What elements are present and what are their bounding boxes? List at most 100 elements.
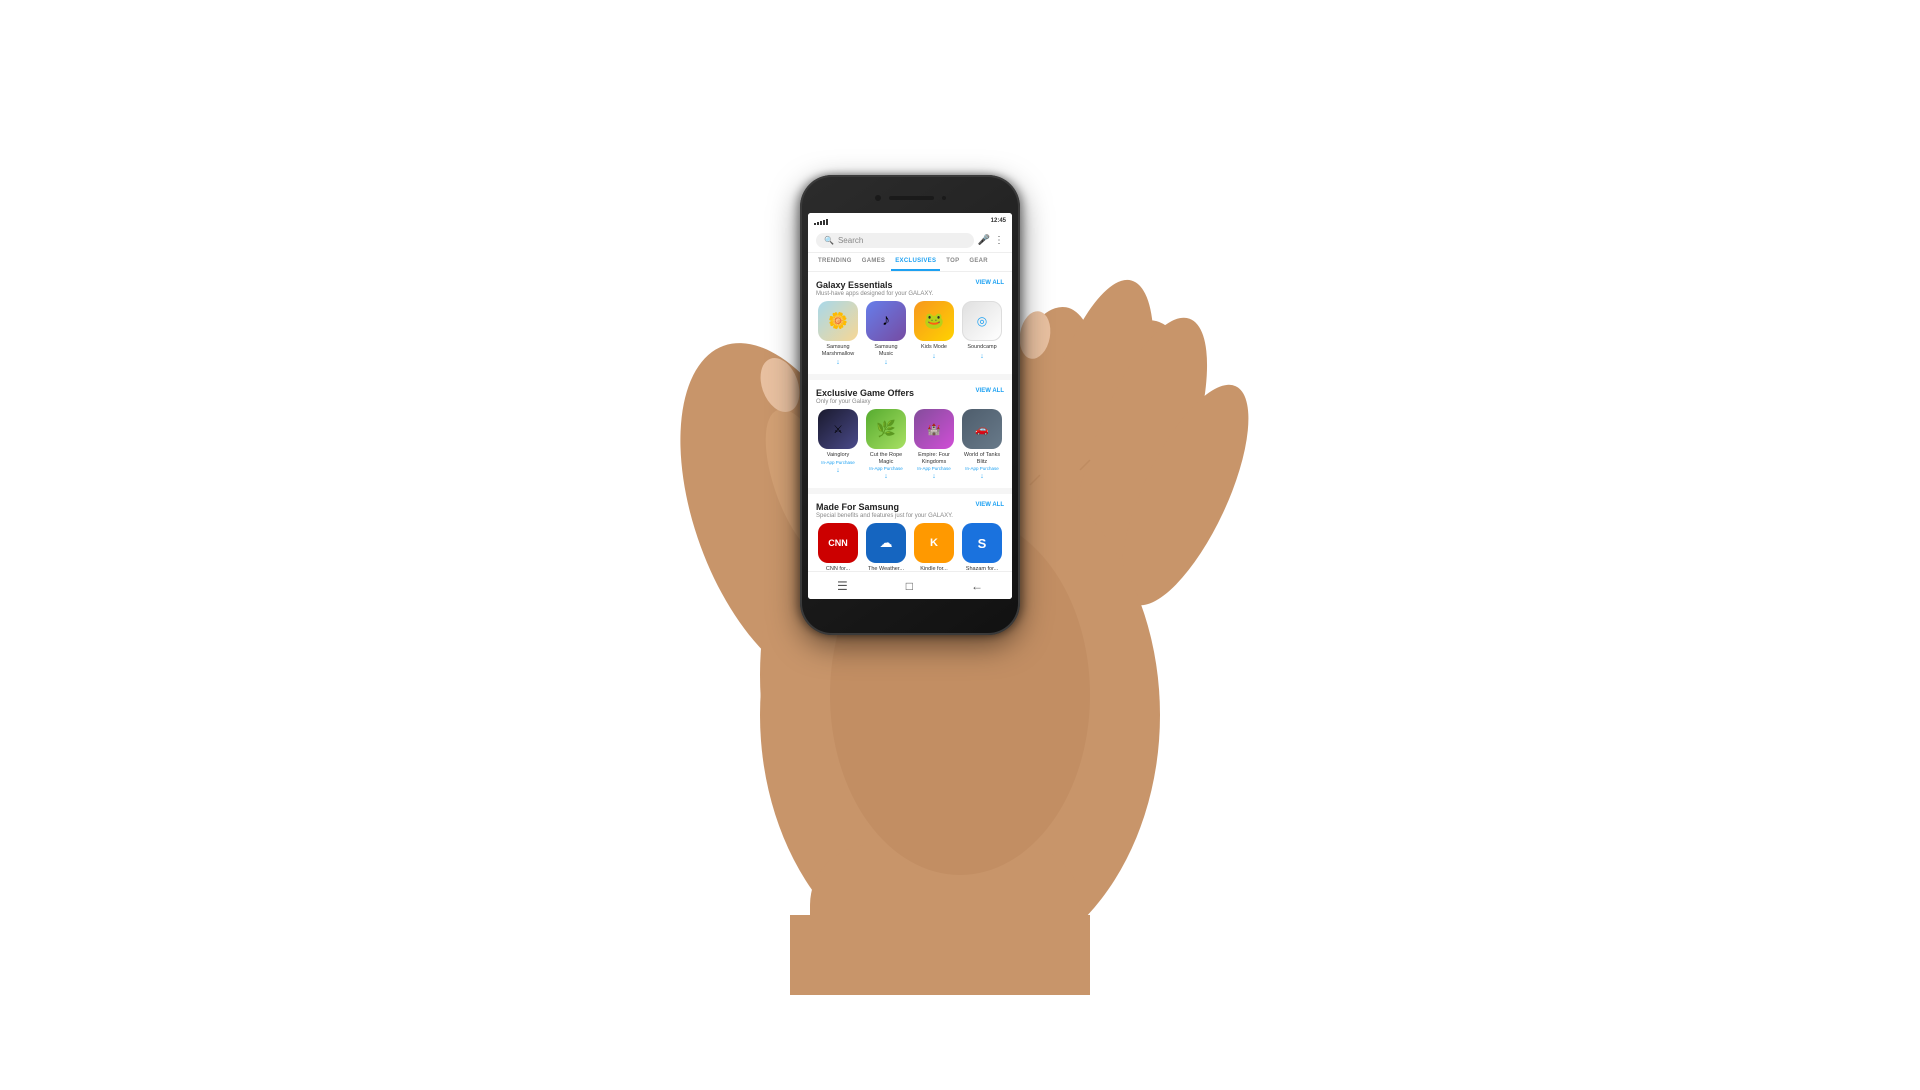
section-header-samsung: Made For Samsung Special benefits and fe… [816,502,1004,519]
bottom-navigation[interactable]: ☰ □ ← [808,571,1012,599]
marshmallow-download[interactable]: ↓ [836,359,840,366]
microphone-icon[interactable]: 🎤 [978,235,990,246]
phone-frame: 12:45 🔍 Search 🎤 ⋮ [800,175,1020,635]
app-rope[interactable]: 🌿 Cut the Rope Magic In-App Purchase ↓ [864,409,908,480]
tab-gear[interactable]: GEAR [965,253,992,271]
bar5 [826,219,828,225]
games-view-all[interactable]: VIEW ALL [976,388,1004,394]
signal-strength [814,217,828,225]
status-bar: 12:45 [808,213,1012,229]
bar4 [823,220,825,225]
shazam-text: S [978,536,987,551]
vainglory-name: Vainglory [827,452,850,459]
nav-home[interactable]: □ [906,579,913,593]
bar3 [820,221,822,225]
tanks-symbol: 🚗 [975,423,989,436]
samsung-subtitle: Special benefits and features just for y… [816,513,953,519]
kindle-text: K [930,537,938,549]
rope-download[interactable]: ↓ [884,473,888,480]
tab-games[interactable]: GAMES [858,253,890,271]
rope-name: Cut the Rope Magic [864,452,908,465]
search-actions: 🎤 ⋮ [978,235,1004,246]
tab-trending[interactable]: TRENDING [814,253,856,271]
music-symbol: ♪ [882,312,890,330]
nav-recent-apps[interactable]: ☰ [837,579,848,593]
app-kindle[interactable]: K Kindle for... [912,523,956,573]
status-time: 12:45 [991,218,1006,224]
app-icon-soundcamp: ◎ [962,301,1002,341]
section-title-left: Galaxy Essentials Must-have apps designe… [816,280,933,297]
section-header-essentials: Galaxy Essentials Must-have apps designe… [816,280,1004,297]
weather-symbol: ☁ [880,535,893,551]
app-empire[interactable]: 🏰 Empire: Four Kingdoms In-App Purchase … [912,409,956,480]
empire-symbol: 🏰 [927,423,941,436]
samsung-title: Made For Samsung [816,502,953,512]
tab-top[interactable]: TOP [942,253,963,271]
app-icon-tanks: 🚗 [962,409,1002,449]
essentials-view-all[interactable]: VIEW ALL [976,280,1004,286]
app-icon-kindle: K [914,523,954,563]
app-kids[interactable]: 🐸 Kids Mode ↓ [912,301,956,366]
app-tanks[interactable]: 🚗 World of Tanks Blitz In-App Purchase ↓ [960,409,1004,480]
page-background: 12:45 🔍 Search 🎤 ⋮ [0,0,1920,1090]
tanks-download[interactable]: ↓ [980,473,984,480]
section-title-samsung-left: Made For Samsung Special benefits and fe… [816,502,953,519]
search-bar[interactable]: 🔍 Search 🎤 ⋮ [808,229,1012,253]
app-icon-marshmallow: 🌼 [818,301,858,341]
games-subtitle: Only for your Galaxy [816,399,914,405]
vainglory-symbol: ⚔ [833,423,843,436]
soundcamp-download[interactable]: ↓ [980,353,984,360]
rope-sub: In-App Purchase [869,466,903,471]
app-icon-weather: ☁ [866,523,906,563]
nav-back[interactable]: ← [971,579,983,593]
front-speaker [889,196,934,200]
essentials-subtitle: Must-have apps designed for your GALAXY. [816,291,933,297]
search-placeholder: Search [838,236,863,245]
marshmallow-symbol: 🌼 [828,311,848,331]
front-sensor [942,196,946,200]
app-icon-rope: 🌿 [866,409,906,449]
vainglory-download[interactable]: ↓ [836,467,840,474]
app-soundcamp[interactable]: ◎ Soundcamp ↓ [960,301,1004,366]
samsung-app-grid: CNN CNN for... ☁ T [816,523,1004,573]
bar2 [817,222,819,225]
kids-download[interactable]: ↓ [932,353,936,360]
vainglory-sub: In-App Purchase [821,460,855,465]
app-icon-music: ♪ [866,301,906,341]
app-cnn[interactable]: CNN CNN for... [816,523,860,573]
app-weather[interactable]: ☁ The Weather... [864,523,908,573]
games-title: Exclusive Game Offers [816,388,914,398]
phone-bottom-bar [808,599,1012,627]
empire-sub: In-App Purchase [917,466,951,471]
empire-download[interactable]: ↓ [932,473,936,480]
soundcamp-name: Soundcamp [967,344,996,351]
more-options-icon[interactable]: ⋮ [994,235,1004,246]
app-icon-shazam: S [962,523,1002,563]
samsung-view-all[interactable]: VIEW ALL [976,502,1004,508]
marshmallow-name: SamsungMarshmallow [822,344,854,357]
tab-exclusives[interactable]: EXCLUSIVES [891,253,940,271]
app-music[interactable]: ♪ SamsungMusic ↓ [864,301,908,366]
main-content: Galaxy Essentials Must-have apps designe… [808,272,1012,590]
front-camera [875,195,881,201]
nav-tabs[interactable]: TRENDING GAMES EXCLUSIVES TOP GEAR [808,253,1012,272]
essentials-app-grid: 🌼 SamsungMarshmallow ↓ ♪ [816,301,1004,366]
music-download[interactable]: ↓ [884,359,888,366]
app-shazam[interactable]: S Shazam for... [960,523,1004,573]
tanks-sub: In-App Purchase [965,466,999,471]
rope-symbol: 🌿 [876,419,896,439]
phone-screen: 12:45 🔍 Search 🎤 ⋮ [808,213,1012,599]
app-icon-cnn: CNN [818,523,858,563]
app-marshmallow[interactable]: 🌼 SamsungMarshmallow ↓ [816,301,860,366]
search-input-area[interactable]: 🔍 Search [816,233,974,248]
app-vainglory[interactable]: ⚔ Vainglory In-App Purchase ↓ [816,409,860,480]
empire-name: Empire: Four Kingdoms [912,452,956,465]
status-right: 12:45 [991,218,1006,224]
kids-name: Kids Mode [921,344,947,351]
bar1 [814,223,816,225]
app-icon-kids: 🐸 [914,301,954,341]
section-header-games: Exclusive Game Offers Only for your Gala… [816,388,1004,405]
made-for-samsung-section: Made For Samsung Special benefits and fe… [808,494,1012,581]
galaxy-essentials-section: Galaxy Essentials Must-have apps designe… [808,272,1012,374]
phone-device: 12:45 🔍 Search 🎤 ⋮ [800,175,1020,635]
